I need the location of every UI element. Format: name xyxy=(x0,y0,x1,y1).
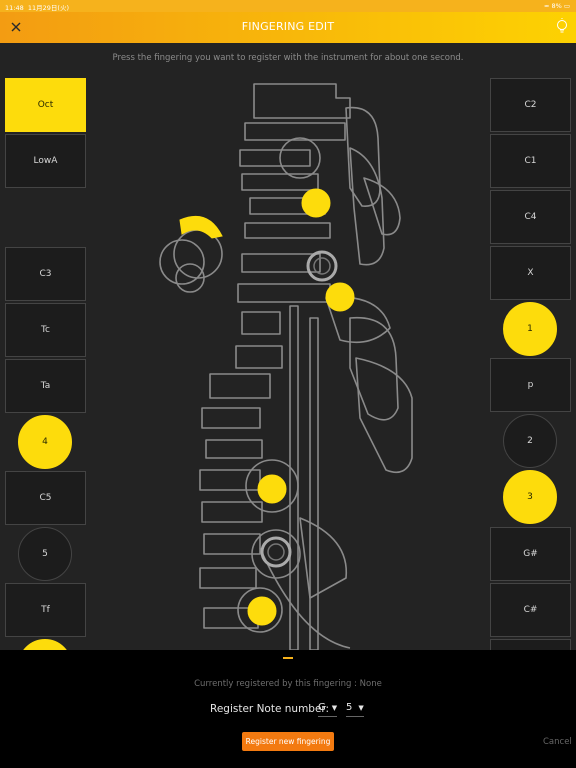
octave-select[interactable]: 5 ▼ xyxy=(346,702,364,717)
battery-text: 8% xyxy=(551,2,562,10)
key-x[interactable]: X xyxy=(490,246,571,300)
key-5[interactable]: 5 xyxy=(18,527,72,581)
registered-status: Currently registered by this fingering :… xyxy=(194,679,382,689)
register-fingering-button[interactable]: Register new fingering xyxy=(242,732,334,751)
key-label: C5 xyxy=(39,493,52,503)
octave-select-value: 5 xyxy=(346,702,353,713)
key-label: 1 xyxy=(527,324,533,334)
key-tc[interactable]: Tc xyxy=(5,303,86,357)
half-hole-key xyxy=(179,216,223,239)
key-label: C3 xyxy=(39,269,52,279)
key-label: C2 xyxy=(524,100,537,110)
key-1[interactable]: 1 xyxy=(503,302,557,356)
oboe-key-diagram xyxy=(159,83,413,651)
key-c3[interactable]: C3 xyxy=(5,247,86,301)
key-label: Tc xyxy=(41,325,50,335)
key-c2[interactable]: C2 xyxy=(490,78,571,132)
pressed-key-4 xyxy=(247,596,277,626)
chevron-down-icon: ▼ xyxy=(331,704,338,712)
wifi-icon: ≈ xyxy=(543,2,550,10)
light-bulb-button[interactable] xyxy=(555,18,569,36)
key-c5[interactable]: C5 xyxy=(5,471,86,525)
key-c-sharp[interactable]: C# xyxy=(490,583,571,637)
key-label: G# xyxy=(523,549,538,559)
key-label: Ta xyxy=(40,381,51,391)
page-title: FINGERING EDIT xyxy=(241,20,335,33)
status-time-text: 11:48 xyxy=(5,4,24,12)
key-lowa[interactable]: LowA xyxy=(5,134,86,188)
pressed-key-3 xyxy=(257,474,287,504)
key-c1[interactable]: C1 xyxy=(490,134,571,188)
bottom-panel: Currently registered by this fingering :… xyxy=(0,650,576,768)
note-select[interactable]: G ▼ xyxy=(318,702,338,717)
note-number-label: Register Note number: xyxy=(210,703,330,715)
header-bar: FINGERING EDIT xyxy=(0,12,576,43)
key-3[interactable]: 3 xyxy=(503,470,557,524)
key-4[interactable]: 4 xyxy=(18,415,72,469)
key-ta[interactable]: Ta xyxy=(5,359,86,413)
key-tf[interactable]: Tf xyxy=(5,583,86,637)
key-c4[interactable]: C4 xyxy=(490,190,571,244)
key-label: X xyxy=(527,268,534,278)
page-indicator xyxy=(283,657,293,659)
cancel-button[interactable]: Cancel xyxy=(543,737,572,747)
key-label: 5 xyxy=(42,549,48,559)
instrument-diagram xyxy=(150,78,430,651)
key-label: Oct xyxy=(37,100,54,110)
key-label: LowA xyxy=(33,156,58,166)
key-oct[interactable]: Oct xyxy=(5,78,86,132)
battery-icon: ▭ xyxy=(563,2,570,10)
key-label: C4 xyxy=(524,212,537,222)
pressed-key-1 xyxy=(301,188,331,218)
key-label: 2 xyxy=(527,436,533,446)
instruction-text: Press the fingering you want to register… xyxy=(112,53,464,63)
light-bulb-icon xyxy=(557,18,567,33)
key-label: 3 xyxy=(527,492,533,502)
key-label: C1 xyxy=(524,156,537,166)
key-label: C# xyxy=(523,605,538,615)
battery-indicator: ≈ 8% ▭ xyxy=(544,2,570,10)
key-g-sharp[interactable]: G# xyxy=(490,527,571,581)
status-time: 11:48 11月29日(火) xyxy=(5,2,69,12)
status-bar: 11:48 11月29日(火) ≈ 8% ▭ xyxy=(0,0,576,12)
key-2[interactable]: 2 xyxy=(503,414,557,468)
pressed-key-2 xyxy=(325,282,355,312)
status-date-text: 11月29日(火) xyxy=(27,4,69,12)
key-label: 4 xyxy=(42,437,48,447)
key-p[interactable]: p xyxy=(490,358,571,412)
key-label: Tf xyxy=(41,605,50,615)
chevron-down-icon: ▼ xyxy=(358,704,364,712)
note-select-value: G xyxy=(318,702,326,713)
key-label: p xyxy=(527,380,534,390)
